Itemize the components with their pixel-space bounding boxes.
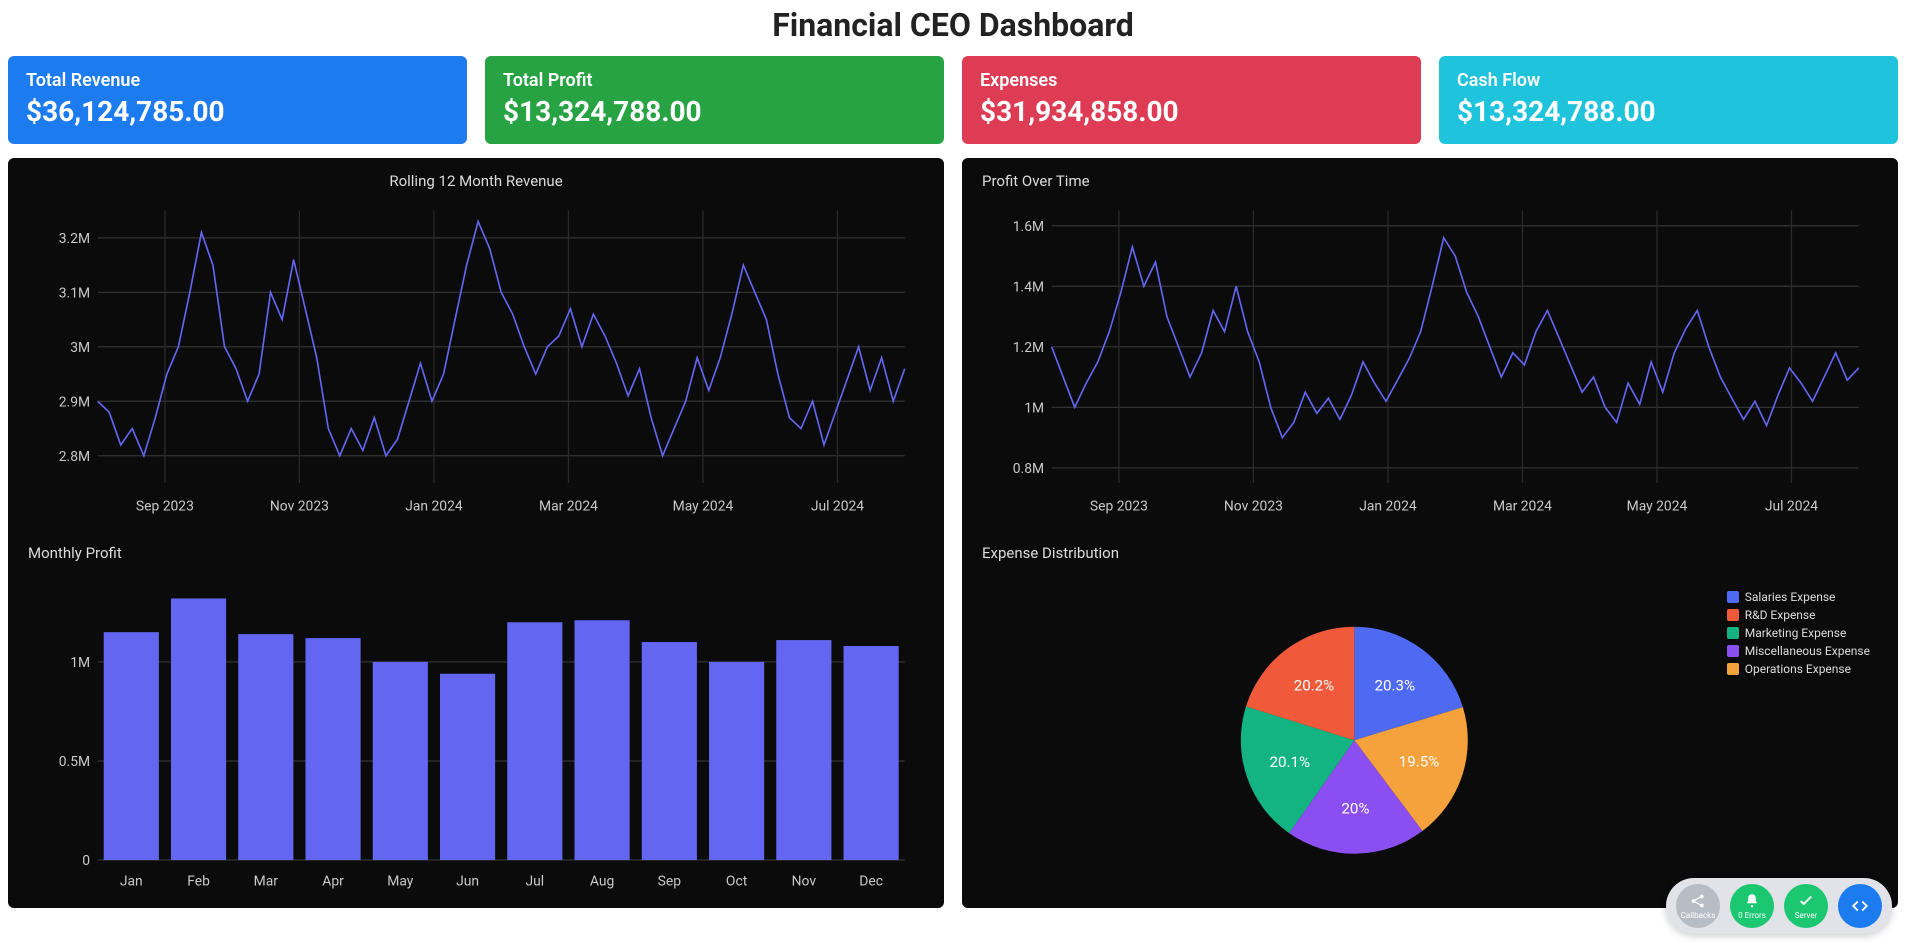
- svg-text:3M: 3M: [70, 340, 90, 356]
- svg-text:0.8M: 0.8M: [1013, 461, 1044, 477]
- kpi-label: Total Revenue: [26, 70, 449, 91]
- svg-text:3.2M: 3.2M: [59, 231, 90, 247]
- svg-text:Sep 2023: Sep 2023: [1090, 499, 1148, 515]
- svg-text:1.4M: 1.4M: [1013, 279, 1044, 295]
- share-icon: [1689, 892, 1707, 910]
- page-title: Financial CEO Dashboard: [0, 0, 1906, 56]
- errors-label: 0 Errors: [1738, 911, 1766, 920]
- chart-profit-plot[interactable]: 0.8M 1M 1.2M 1.4M 1.6M Sep 2023 Nov 2023 Jan 20…: [976, 198, 1884, 526]
- errors-button[interactable]: 0 Errors: [1730, 884, 1774, 928]
- svg-text:Sep: Sep: [658, 873, 682, 889]
- kpi-value: $13,324,788.00: [1457, 95, 1880, 128]
- kpi-card: Total Profit $13,324,788.00: [485, 56, 944, 144]
- chart-revenue: Rolling 12 Month Revenue 2.8M 2.9M 3M 3.1M 3…: [8, 158, 944, 908]
- bell-icon: [1743, 892, 1761, 910]
- svg-text:2.8M: 2.8M: [59, 449, 90, 465]
- kpi-card: Cash Flow $13,324,788.00: [1439, 56, 1898, 144]
- svg-text:Jun: Jun: [456, 873, 479, 889]
- svg-text:0: 0: [82, 853, 90, 869]
- server-button[interactable]: Server: [1784, 884, 1828, 928]
- svg-text:19.5%: 19.5%: [1399, 752, 1440, 770]
- svg-text:1M: 1M: [1024, 400, 1044, 416]
- svg-text:Mar 2024: Mar 2024: [1493, 499, 1552, 515]
- kpi-label: Expenses: [980, 70, 1403, 91]
- svg-text:May 2024: May 2024: [1627, 499, 1688, 515]
- svg-text:2.9M: 2.9M: [59, 394, 90, 410]
- svg-text:Mar 2024: Mar 2024: [539, 499, 598, 515]
- svg-text:20.1%: 20.1%: [1270, 753, 1311, 771]
- pie-legend[interactable]: Salaries Expense R&D Expense Marketing Exp…: [1727, 590, 1870, 680]
- kpi-label: Total Profit: [503, 70, 926, 91]
- svg-text:Aug: Aug: [590, 873, 614, 889]
- svg-text:Nov 2023: Nov 2023: [270, 499, 329, 515]
- chart-revenue-plot[interactable]: 2.8M 2.9M 3M 3.1M 3.2M Sep 2023 Nov 2023 Jan 20…: [22, 198, 930, 526]
- svg-text:Oct: Oct: [726, 873, 748, 889]
- chart-title: Expense Distribution: [976, 544, 1884, 562]
- svg-text:20.3%: 20.3%: [1375, 676, 1416, 694]
- svg-text:Nov 2023: Nov 2023: [1224, 499, 1283, 515]
- toggle-button[interactable]: [1838, 884, 1882, 928]
- callbacks-button[interactable]: Callbacks: [1676, 884, 1720, 928]
- svg-text:May 2024: May 2024: [673, 499, 734, 515]
- chart-profit: Profit Over Time 0.8M 1M 1.2M 1.4M 1.6M Sep 2…: [962, 158, 1898, 908]
- svg-text:Nov: Nov: [792, 873, 817, 889]
- kpi-value: $13,324,788.00: [503, 95, 926, 128]
- kpi-label: Cash Flow: [1457, 70, 1880, 91]
- legend-item[interactable]: Marketing Expense: [1727, 626, 1870, 640]
- legend-item[interactable]: R&D Expense: [1727, 608, 1870, 622]
- code-icon: [1851, 897, 1869, 915]
- svg-text:Jan: Jan: [120, 873, 143, 889]
- chart-monthly-profit-plot[interactable]: 0 0.5M 1M Jan Feb Mar Apr May Jun Jul Aug Sep Oct Nov…: [22, 570, 930, 898]
- kpi-row: Total Revenue $36,124,785.00 Total Profit $…: [0, 56, 1906, 158]
- svg-text:1.2M: 1.2M: [1013, 340, 1044, 356]
- svg-text:Jul 2024: Jul 2024: [811, 499, 864, 515]
- svg-text:Feb: Feb: [187, 873, 210, 889]
- kpi-card: Expenses $31,934,858.00: [962, 56, 1421, 144]
- chart-title: Rolling 12 Month Revenue: [22, 172, 930, 190]
- svg-text:Jan 2024: Jan 2024: [405, 499, 463, 515]
- chart-title: Monthly Profit: [22, 544, 930, 562]
- svg-text:1M: 1M: [70, 655, 90, 671]
- kpi-card: Total Revenue $36,124,785.00: [8, 56, 467, 144]
- svg-text:Apr: Apr: [322, 873, 344, 889]
- svg-text:20%: 20%: [1341, 799, 1369, 817]
- legend-item[interactable]: Salaries Expense: [1727, 590, 1870, 604]
- svg-text:Dec: Dec: [859, 873, 883, 889]
- svg-text:Jul: Jul: [525, 873, 544, 889]
- callbacks-label: Callbacks: [1681, 911, 1716, 920]
- dev-toolbar: Callbacks 0 Errors Server: [1666, 878, 1892, 934]
- legend-item[interactable]: Operations Expense: [1727, 662, 1870, 676]
- chart-title: Profit Over Time: [976, 172, 1884, 190]
- svg-text:3.1M: 3.1M: [59, 285, 90, 301]
- kpi-value: $31,934,858.00: [980, 95, 1403, 128]
- svg-text:Jan 2024: Jan 2024: [1359, 499, 1417, 515]
- server-label: Server: [1795, 911, 1818, 920]
- svg-text:20.2%: 20.2%: [1294, 676, 1335, 694]
- svg-text:Mar: Mar: [254, 873, 279, 889]
- svg-text:Sep 2023: Sep 2023: [136, 499, 194, 515]
- svg-text:0.5M: 0.5M: [59, 754, 90, 770]
- svg-text:1.6M: 1.6M: [1013, 219, 1044, 235]
- check-icon: [1797, 892, 1815, 910]
- legend-item[interactable]: Miscellaneous Expense: [1727, 644, 1870, 658]
- svg-text:Jul 2024: Jul 2024: [1765, 499, 1818, 515]
- kpi-value: $36,124,785.00: [26, 95, 449, 128]
- svg-text:May: May: [387, 873, 414, 889]
